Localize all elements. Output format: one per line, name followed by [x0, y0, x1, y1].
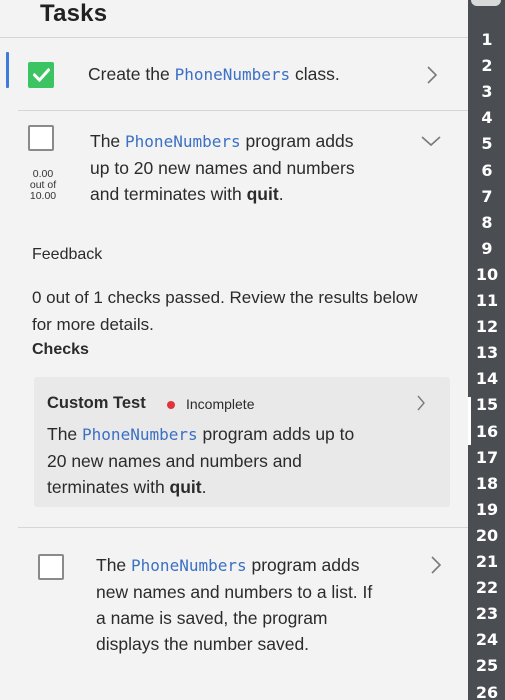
line-number: 12 [475, 317, 499, 337]
task-2-text-line: up to 20 new names and numbers [90, 158, 355, 178]
line-number: 18 [475, 473, 499, 493]
line-number: 3 [481, 82, 493, 102]
check-icon [33, 68, 50, 82]
task-3-code: PhoneNumbers [131, 556, 247, 575]
task-1-text-part: class. [290, 64, 340, 84]
task-3-text-part: The [96, 555, 132, 575]
task-item-2[interactable]: 0.00 out of 10.00 The PhoneNumbers progr… [0, 111, 468, 231]
status-dot [167, 401, 175, 409]
chevron-right-icon[interactable] [416, 395, 426, 411]
line-number: 8 [481, 212, 493, 232]
custom-test-text-part: program adds up to [197, 424, 355, 444]
custom-test-text-line: 20 new names and numbers and [47, 451, 302, 471]
code-line-gutter: 1 2 3 4 5 6 7 8 9 10 11 12 13 14 15 16 17 18 19 20 21 22 23 24 2… [468, 0, 505, 700]
score-max: 10.00 [29, 190, 57, 202]
chevron-right-icon[interactable] [426, 66, 438, 84]
task-2-bold: quit [246, 184, 279, 204]
line-number: 2 [481, 56, 493, 76]
custom-test-text-part: . [201, 477, 207, 497]
line-number: 20 [475, 525, 499, 545]
custom-test-text-part: The [47, 424, 83, 444]
custom-test-bold: quit [169, 477, 202, 497]
task-1-text-part: Create the [88, 64, 175, 84]
task-2-score: 0.00 out of 10.00 [20, 169, 66, 202]
task-3-text-part: program adds [246, 555, 360, 575]
line-number: 23 [475, 604, 499, 624]
line-number: 19 [475, 499, 499, 519]
chevron-right-icon[interactable] [430, 556, 442, 574]
task-3-text: The PhoneNumbers program adds new names … [96, 552, 416, 657]
task-3-text-line: new names and numbers to a list. If [96, 582, 373, 602]
tasks-panel: Tasks Create the PhoneNumbers class. 0.0… [0, 0, 468, 700]
task-item-3[interactable]: The PhoneNumbers program adds new names … [0, 528, 468, 700]
line-number: 15 [475, 395, 499, 415]
line-number: 4 [481, 108, 493, 128]
line-number: 9 [481, 238, 493, 258]
task-3-text-line: a name is saved, the program [96, 608, 328, 628]
line-number: 24 [475, 630, 499, 650]
task-2-text-part: program adds [240, 131, 354, 151]
task-2-text-part: The [90, 131, 126, 151]
line-number: 25 [475, 656, 499, 676]
checks-label: Checks [32, 341, 89, 358]
line-number: 6 [481, 160, 493, 180]
line-number: 1 [481, 30, 493, 49]
custom-test-text-part: terminates with [47, 477, 170, 497]
custom-test-text: The PhoneNumbers program adds up to 20 n… [47, 421, 417, 500]
line-number: 10 [475, 264, 499, 284]
line-number: 14 [475, 369, 499, 389]
chevron-down-icon[interactable] [421, 135, 441, 147]
line-number: 11 [475, 291, 499, 310]
task-2-checkbox[interactable] [28, 125, 54, 151]
task-1-code: PhoneNumbers [174, 65, 291, 84]
task-3-checkbox[interactable] [38, 554, 64, 580]
custom-test-code: PhoneNumbers [82, 425, 198, 444]
gutter-tab [471, 0, 501, 6]
task-3-text-line: displays the number saved. [96, 634, 310, 654]
page-title: Tasks [40, 0, 108, 27]
line-number: 17 [475, 447, 499, 467]
tasks-header: Tasks [0, 0, 468, 38]
line-number: 22 [475, 578, 499, 598]
line-number: 7 [481, 186, 493, 206]
feedback-summary: 0 out of 1 checks passed. Review the res… [32, 288, 418, 334]
task-2-code: PhoneNumbers [125, 132, 241, 151]
line-number: 5 [481, 134, 493, 154]
task-2-text-part: . [278, 184, 284, 204]
task-item-1[interactable]: Create the PhoneNumbers class. [0, 40, 468, 110]
line-number: 26 [475, 682, 499, 700]
custom-test-title: Custom Test [47, 394, 146, 412]
task-1-checkbox[interactable] [28, 62, 54, 88]
line-number: 16 [475, 421, 499, 441]
custom-test-card[interactable]: Custom Test Incomplete The PhoneNumbers … [34, 377, 450, 507]
feedback-label: Feedback [32, 246, 103, 263]
line-number: 21 [475, 552, 499, 571]
task-2-text: The PhoneNumbers program adds up to 20 n… [90, 128, 410, 207]
line-number: 13 [475, 343, 499, 363]
status-badge: Incomplete [186, 396, 255, 412]
task-2-text-part: and terminates with [90, 184, 247, 204]
task-1-text: Create the PhoneNumbers class. [88, 61, 340, 88]
